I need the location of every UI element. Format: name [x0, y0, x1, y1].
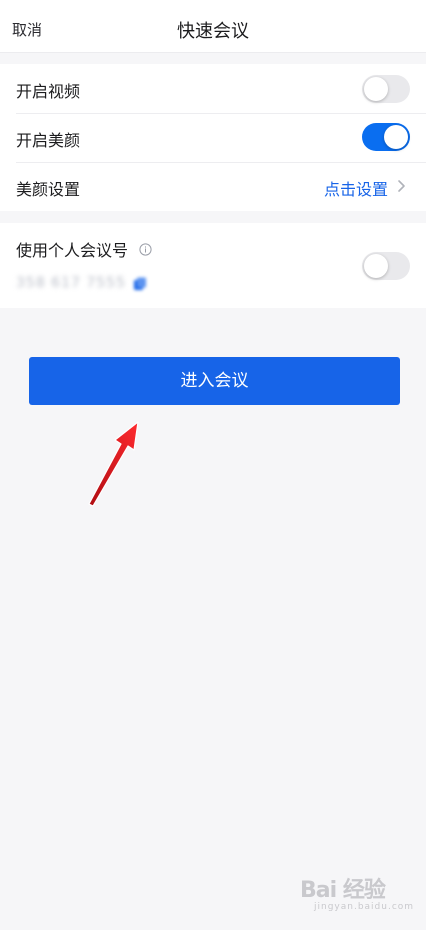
- video-toggle[interactable]: [362, 75, 410, 103]
- video-label: 开启视频: [16, 82, 81, 101]
- settings-group: 开启视频 开启美颜 美颜设置 点击设置: [0, 64, 426, 211]
- info-icon[interactable]: [139, 243, 152, 256]
- red-arrow-annotation-icon: [88, 421, 139, 507]
- personal-meeting-group: 使用个人会议号 358 617 7555: [0, 223, 426, 308]
- chevron-right-icon: [398, 180, 405, 192]
- beauty-row: 开启美颜: [0, 113, 426, 162]
- personal-meeting-label-wrap: 使用个人会议号: [16, 237, 152, 261]
- page-title: 快速会议: [177, 21, 249, 42]
- baidu-jingyan-watermark: Bai 经验 jingyan.baidu.com: [300, 872, 413, 916]
- nav-header: 取消 快速会议: [0, 0, 426, 53]
- meeting-number: 358 617 7555: [16, 275, 126, 291]
- beauty-settings-link[interactable]: 点击设置: [324, 176, 388, 200]
- beauty-toggle[interactable]: [362, 123, 410, 151]
- copy-icon[interactable]: [132, 276, 148, 292]
- toggle-knob: [384, 125, 408, 149]
- watermark-logo: Bai 经验: [300, 878, 386, 903]
- personal-meeting-toggle[interactable]: [362, 252, 410, 280]
- watermark-url: jingyan.baidu.com: [314, 902, 415, 912]
- video-row: 开启视频: [0, 64, 426, 113]
- personal-meeting-label: 使用个人会议号: [16, 241, 129, 260]
- enter-meeting-button[interactable]: 进入会议: [29, 357, 400, 405]
- beauty-settings-label: 美颜设置: [16, 180, 81, 199]
- beauty-label: 开启美颜: [16, 131, 81, 150]
- toggle-knob: [364, 254, 388, 278]
- beauty-settings-row[interactable]: 美颜设置 点击设置: [0, 162, 426, 211]
- toggle-knob: [364, 77, 388, 101]
